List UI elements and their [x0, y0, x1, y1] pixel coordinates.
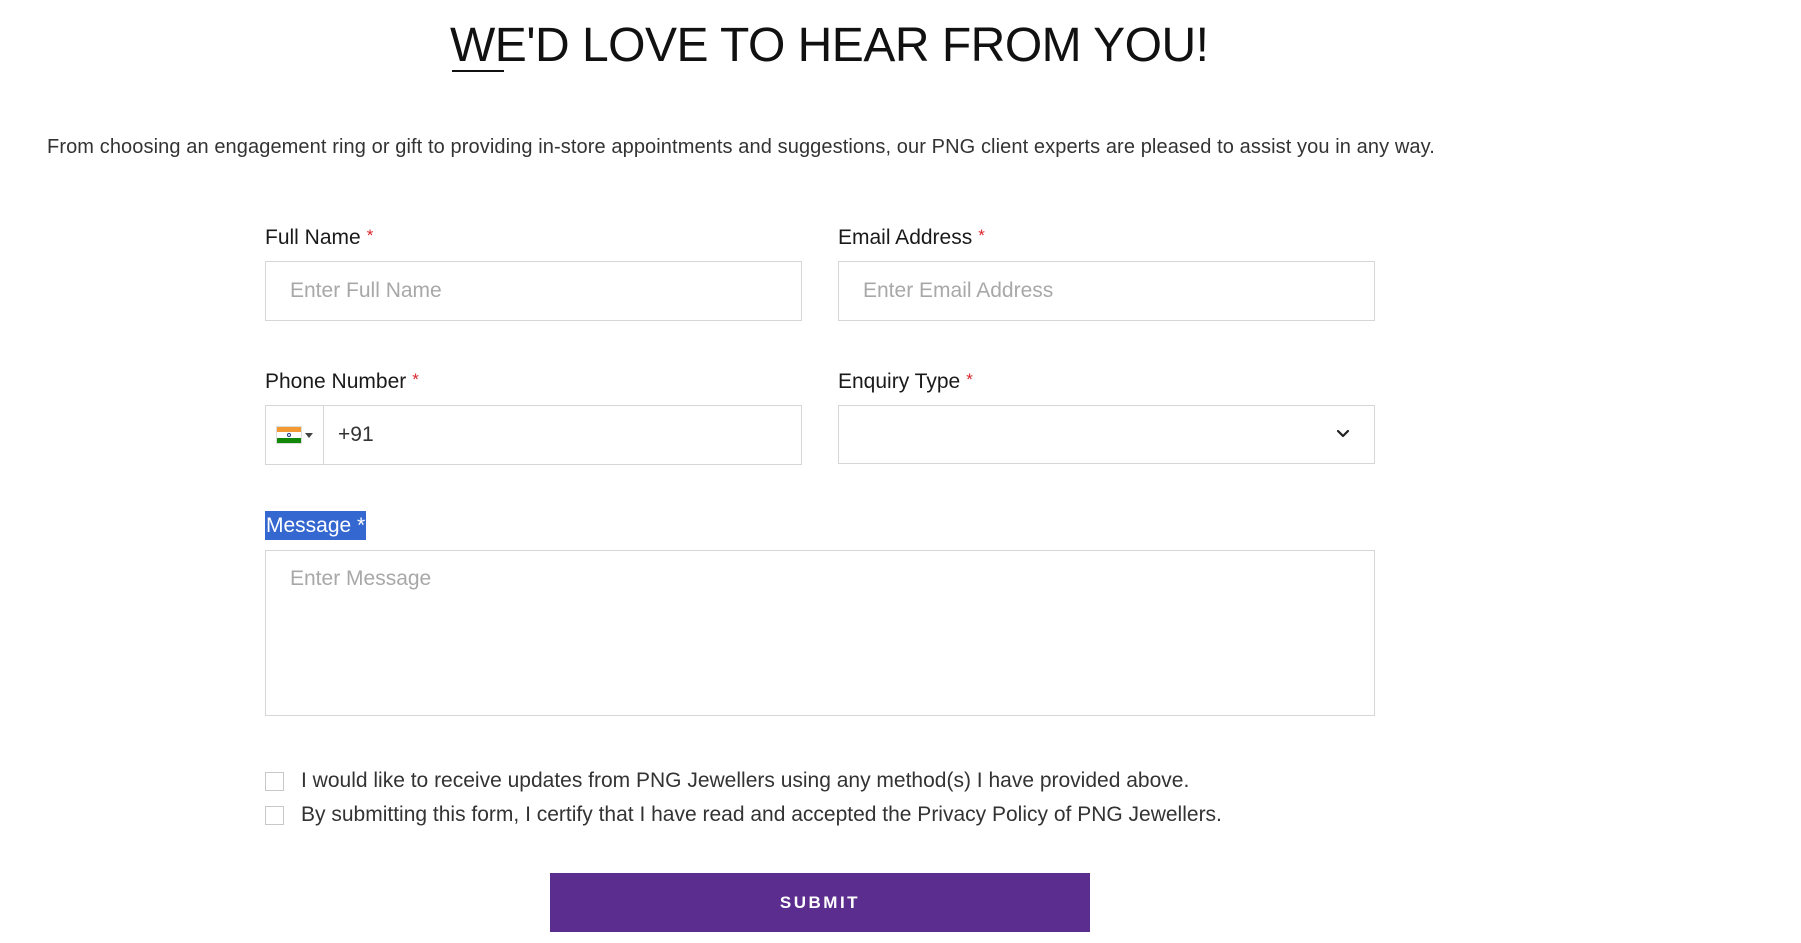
india-flag-icon: [276, 427, 301, 443]
enquiry-type-select[interactable]: [838, 405, 1375, 464]
full-name-label: Full Name *: [265, 226, 373, 250]
full-name-label-text: Full Name: [265, 226, 361, 249]
title-underline: [452, 70, 504, 72]
message-label: Message *: [265, 511, 367, 540]
updates-consent-checkbox[interactable]: [265, 771, 284, 791]
chevron-down-icon: [1336, 429, 1350, 438]
enquiry-type-label-text: Enquiry Type: [838, 370, 961, 393]
email-label: Email Address *: [838, 226, 985, 250]
email-label-text: Email Address: [838, 226, 973, 249]
full-name-input[interactable]: [265, 261, 802, 321]
contact-page: WE'D LOVE TO HEAR FROM YOU! From choosin…: [0, 0, 1801, 943]
privacy-consent-text: By submitting this form, I certify that …: [301, 803, 1222, 826]
page-title: WE'D LOVE TO HEAR FROM YOU!: [450, 19, 1209, 72]
email-input[interactable]: [838, 261, 1375, 321]
message-textarea[interactable]: [265, 550, 1375, 716]
phone-input[interactable]: [324, 406, 801, 464]
phone-field: [265, 405, 802, 465]
required-asterisk: *: [966, 370, 973, 389]
phone-label: Phone Number *: [265, 370, 419, 394]
intro-text: From choosing an engagement ring or gift…: [47, 136, 1435, 158]
caret-down-icon: [304, 432, 313, 438]
privacy-consent-checkbox[interactable]: [265, 805, 284, 825]
submit-button[interactable]: SUBMIT: [550, 873, 1090, 932]
country-code-selector[interactable]: [266, 406, 324, 464]
updates-consent-row: I would like to receive updates from PNG…: [265, 769, 1189, 793]
enquiry-type-label: Enquiry Type *: [838, 370, 973, 394]
required-asterisk: *: [412, 370, 419, 389]
required-asterisk: *: [366, 226, 374, 245]
updates-consent-text: I would like to receive updates from PNG…: [301, 769, 1190, 792]
required-asterisk: *: [978, 226, 985, 245]
privacy-consent-row: By submitting this form, I certify that …: [265, 803, 1222, 827]
phone-label-text: Phone Number: [265, 370, 407, 393]
